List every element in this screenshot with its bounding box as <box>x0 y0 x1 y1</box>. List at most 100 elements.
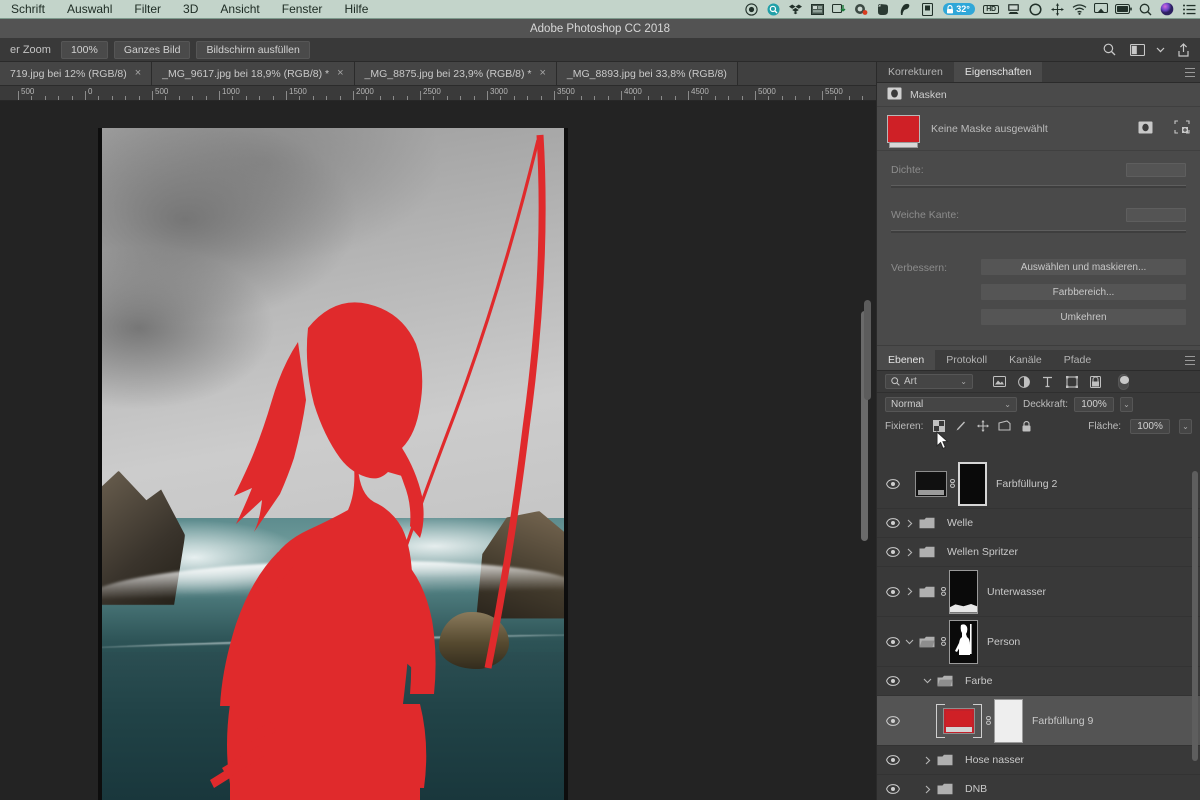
layers-panel-menu-icon[interactable] <box>1185 356 1195 365</box>
layer-mask-thumbnail[interactable] <box>949 619 978 664</box>
lock-image-icon[interactable] <box>954 420 967 433</box>
group-expand-icon[interactable] <box>921 785 934 794</box>
canvas-workspace[interactable] <box>0 101 876 800</box>
search-icon[interactable] <box>1098 40 1120 60</box>
mask-link-icon[interactable] <box>938 586 949 597</box>
backup-icon[interactable] <box>1002 0 1024 19</box>
notification-center-icon[interactable] <box>1178 0 1200 19</box>
group-expand-icon[interactable] <box>903 519 916 528</box>
tab-pfade[interactable]: Pfade <box>1052 350 1103 370</box>
layer-visibility-icon[interactable] <box>883 547 903 557</box>
group-collapse-icon[interactable] <box>903 639 916 645</box>
layer-row-person[interactable]: Person <box>877 617 1200 667</box>
alfred-icon[interactable] <box>894 0 916 19</box>
artboard[interactable] <box>102 128 564 800</box>
invert-button[interactable]: Umkehren <box>981 309 1186 325</box>
dropbox-icon[interactable] <box>784 0 806 19</box>
workspace-icon[interactable] <box>1126 40 1148 60</box>
camera-icon[interactable] <box>850 0 872 19</box>
record-icon[interactable] <box>740 0 762 19</box>
battery-lock-icon[interactable]: 32° <box>938 0 980 19</box>
horizontal-ruler[interactable]: 500 0 500 1000 1500 2000 2500 3000 3500 4000 4500 5… <box>0 86 876 101</box>
layer-row-unterwasser[interactable]: Unterwasser <box>877 567 1200 617</box>
density-value[interactable] <box>1126 163 1186 177</box>
tab-ebenen[interactable]: Ebenen <box>877 350 936 370</box>
pixel-mask-icon[interactable] <box>1138 121 1153 137</box>
fill-stepper[interactable]: ⌄ <box>1179 418 1193 434</box>
type-filter-icon[interactable] <box>1041 375 1054 388</box>
tab-korrekturen[interactable]: Korrekturen <box>877 62 954 82</box>
chevron-down-icon[interactable]: ⌄ <box>960 377 967 386</box>
hd-icon[interactable]: HD <box>980 0 1002 19</box>
evernote-icon[interactable] <box>872 0 894 19</box>
blend-mode-select[interactable]: Normal ⌄ <box>885 396 1017 412</box>
airplay-icon[interactable] <box>1090 0 1112 19</box>
tab-eigenschaften[interactable]: Eigenschaften <box>953 62 1043 82</box>
display-icon[interactable] <box>806 0 828 19</box>
share-icon[interactable] <box>1172 40 1194 60</box>
select-and-mask-button[interactable]: Auswählen und maskieren... <box>981 259 1186 275</box>
layer-visibility-icon[interactable] <box>883 636 903 647</box>
opacity-input[interactable]: 100% <box>1074 396 1115 412</box>
layers-vertical-scrollbar[interactable] <box>1192 471 1198 761</box>
document-tab[interactable]: 719.jpg bei 12% (RGB/8) × <box>0 62 153 85</box>
smart-object-filter-icon[interactable] <box>1089 375 1102 388</box>
color-range-button[interactable]: Farbbereich... <box>981 284 1186 300</box>
chevron-down-icon[interactable]: ⌄ <box>1004 400 1011 409</box>
menu-item-fenster[interactable]: Fenster <box>271 0 334 19</box>
wifi-icon[interactable] <box>1068 0 1090 19</box>
layer-row-farbe[interactable]: Farbe <box>877 667 1200 696</box>
document-tab[interactable]: _MG_8875.jpg bei 23,9% (RGB/8) * × <box>354 62 557 85</box>
document-tab[interactable]: _MG_9617.jpg bei 18,9% (RGB/8) * × <box>152 62 355 85</box>
density-slider-track[interactable] <box>891 185 1186 188</box>
group-expand-icon[interactable] <box>903 548 916 557</box>
menu-item-filter[interactable]: Filter <box>123 0 172 19</box>
layer-row-dnb[interactable]: DNB <box>877 775 1200 800</box>
book-icon[interactable] <box>916 0 938 19</box>
mask-thumbnail[interactable] <box>887 114 920 148</box>
tab-kanaele[interactable]: Kanäle <box>998 350 1053 370</box>
move-icon[interactable] <box>1046 0 1068 19</box>
menu-item-hilfe[interactable]: Hilfe <box>333 0 379 19</box>
close-icon[interactable]: × <box>539 68 545 79</box>
layer-visibility-icon[interactable] <box>883 715 903 726</box>
group-collapse-icon[interactable] <box>921 678 934 684</box>
layer-visibility-icon[interactable] <box>883 518 903 528</box>
layer-list[interactable]: Farbfüllung 2 Welle Wellen Spritzer Unte… <box>877 459 1200 800</box>
mask-link-icon[interactable] <box>947 478 958 489</box>
fill-screen-button[interactable]: Bildschirm ausfüllen <box>196 40 310 59</box>
layer-row-welle[interactable]: Welle <box>877 509 1200 538</box>
panel-menu-icon[interactable] <box>1185 68 1195 77</box>
siri-icon[interactable] <box>1156 0 1178 19</box>
mask-link-icon[interactable] <box>983 715 994 726</box>
vector-mask-icon[interactable] <box>1174 120 1190 137</box>
layer-mask-thumbnail[interactable] <box>949 569 978 614</box>
fill-input[interactable]: 100% <box>1130 418 1171 434</box>
group-expand-icon[interactable] <box>921 756 934 765</box>
spotlight-search-icon[interactable] <box>1134 0 1156 19</box>
menu-item-3d[interactable]: 3D <box>172 0 209 19</box>
layer-row-hose-nasser[interactable]: Hose nasser <box>877 746 1200 775</box>
feather-value[interactable] <box>1126 208 1186 222</box>
lock-artboard-icon[interactable] <box>998 420 1011 433</box>
shape-filter-icon[interactable] <box>1065 375 1078 388</box>
layer-mask-thumbnail[interactable] <box>994 698 1023 743</box>
panel-dock-scrollbar[interactable] <box>864 300 871 400</box>
layer-row-farbfuellung-2[interactable]: Farbfüllung 2 <box>877 459 1200 509</box>
circle-icon[interactable] <box>1024 0 1046 19</box>
search-circle-icon[interactable] <box>762 0 784 19</box>
layer-row-farbfuellung-9[interactable]: Farbfüllung 9 <box>877 696 1200 746</box>
close-icon[interactable]: × <box>337 68 343 79</box>
layer-thumbnail[interactable] <box>915 470 947 497</box>
filter-toggle[interactable] <box>1118 373 1129 390</box>
layer-visibility-icon[interactable] <box>883 676 903 686</box>
menu-item-schrift[interactable]: Schrift <box>0 0 56 19</box>
layer-visibility-icon[interactable] <box>883 586 903 597</box>
layer-visibility-icon[interactable] <box>883 784 903 794</box>
lock-all-icon[interactable] <box>1020 420 1033 433</box>
layer-mask-thumbnail[interactable] <box>958 461 987 506</box>
menu-item-ansicht[interactable]: Ansicht <box>209 0 270 19</box>
layer-visibility-icon[interactable] <box>883 478 903 489</box>
group-expand-icon[interactable] <box>903 587 916 596</box>
zoom-100-button[interactable]: 100% <box>60 40 108 59</box>
